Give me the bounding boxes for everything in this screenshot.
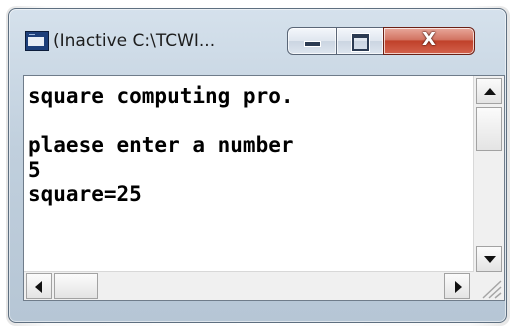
vertical-scrollbar[interactable] — [473, 76, 504, 272]
close-icon: X — [422, 29, 436, 50]
console-line: square computing pro. — [28, 84, 294, 108]
arrow-right-icon — [455, 281, 462, 293]
scroll-left-button[interactable] — [26, 273, 52, 299]
console-area[interactable]: square computing pro. plaese enter a numb… — [23, 75, 505, 301]
scroll-up-button[interactable] — [476, 78, 502, 104]
console-line: square=25 — [28, 182, 142, 206]
minimize-icon — [304, 41, 321, 47]
window-title: (Inactive C:\TCWI... — [53, 31, 216, 51]
minimize-button[interactable] — [287, 27, 337, 55]
console-window[interactable]: (Inactive C:\TCWI... X square computing … — [8, 8, 507, 323]
arrow-left-icon — [35, 281, 42, 293]
horizontal-scrollbar[interactable] — [24, 271, 474, 300]
resize-grip[interactable] — [474, 272, 504, 300]
scroll-down-button[interactable] — [476, 246, 502, 272]
console-line: 5 — [28, 157, 41, 182]
console-window-icon[interactable] — [25, 31, 49, 51]
scroll-right-button[interactable] — [444, 273, 470, 299]
resize-grip-icon — [482, 280, 502, 299]
vertical-scroll-thumb[interactable] — [476, 107, 502, 151]
maximize-icon — [352, 34, 369, 51]
console-line: plaese enter a number — [28, 133, 294, 157]
title-bar[interactable]: (Inactive C:\TCWI... X — [9, 9, 506, 75]
console-output: square computing pro. plaese enter a numb… — [28, 84, 468, 268]
arrow-down-icon — [484, 256, 496, 263]
close-button[interactable]: X — [383, 27, 475, 55]
arrow-up-icon — [484, 88, 496, 95]
maximize-button[interactable] — [336, 27, 384, 55]
horizontal-scroll-thumb[interactable] — [54, 273, 98, 299]
